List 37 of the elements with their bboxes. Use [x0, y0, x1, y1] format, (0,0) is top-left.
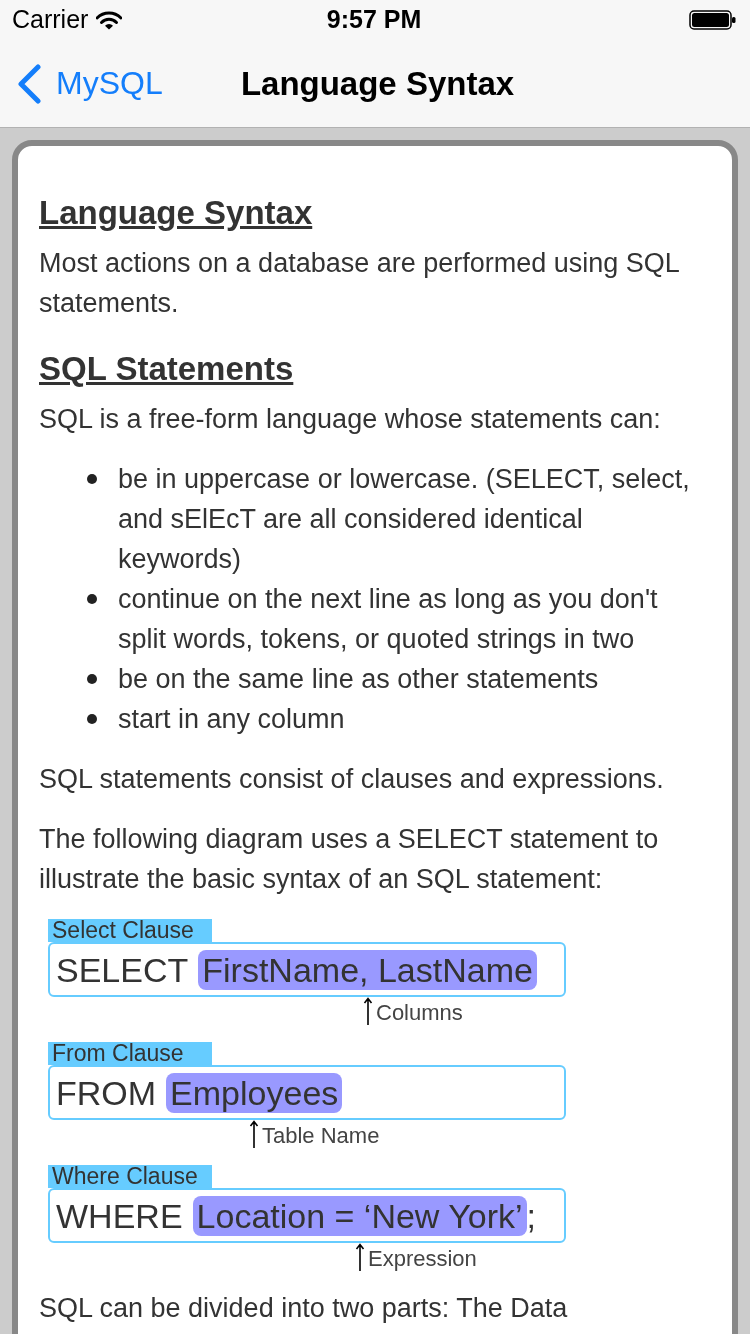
- clause-label: Select Clause: [48, 919, 212, 942]
- paragraph-text: Most actions on a database are performed using SQL statements.: [39, 247, 680, 320]
- back-chevron-icon: [17, 63, 42, 104]
- sql-punctuation: ;: [526, 1195, 537, 1236]
- annotation-text: Columns: [376, 1001, 463, 1025]
- section-heading: Language Syntax: [39, 193, 314, 233]
- paragraph-text: SQL can be divided into two parts: The Data: [39, 1292, 569, 1325]
- annotation-text: Table Name: [262, 1124, 380, 1148]
- wifi-icon: [96, 10, 123, 30]
- back-button[interactable]: MySQL: [17, 63, 163, 104]
- bullet-icon: [87, 594, 97, 604]
- battery-icon: [689, 10, 736, 30]
- paragraph-text: The following diagram uses a SELECT statement to illustrate the basic syntax of an SQL statement:: [39, 823, 660, 896]
- list-item-text: start in any column: [118, 703, 345, 736]
- clause-label: Where Clause: [48, 1165, 212, 1188]
- bullet-icon: [87, 474, 97, 484]
- carrier-text: Carrier: [12, 4, 89, 36]
- highlighted-sql: FirstName, LastName: [198, 949, 537, 990]
- sql-keyword: SELECT: [56, 949, 189, 990]
- clause-label: From Clause: [48, 1042, 212, 1065]
- paragraph-text: SQL statements consist of clauses and expressions.: [39, 763, 665, 796]
- time-text: 9:57 PM: [326, 4, 422, 36]
- annotation-text: Expression: [368, 1247, 477, 1271]
- paragraph-text: SQL is a free-form language whose statements can:: [39, 403, 662, 436]
- sql-keyword: WHERE: [56, 1195, 183, 1236]
- bullet-icon: [87, 714, 97, 724]
- highlighted-sql: Location = ‘New York’: [192, 1195, 527, 1236]
- list-item-text: be on the same line as other statements: [118, 663, 599, 696]
- bullet-icon: [87, 674, 97, 684]
- list-item-text: be in uppercase or lowercase. (SELECT, select, and sElEcT are all considered identical keywords): [118, 463, 691, 576]
- leader-arrow: [355, 1243, 365, 1271]
- highlighted-sql: Employees: [166, 1072, 343, 1113]
- nav-title: Language Syntax: [240, 63, 515, 104]
- sql-keyword: FROM: [56, 1072, 157, 1113]
- leader-arrow: [249, 1120, 259, 1148]
- section-heading: SQL Statements: [39, 349, 295, 389]
- leader-arrow: [363, 997, 373, 1025]
